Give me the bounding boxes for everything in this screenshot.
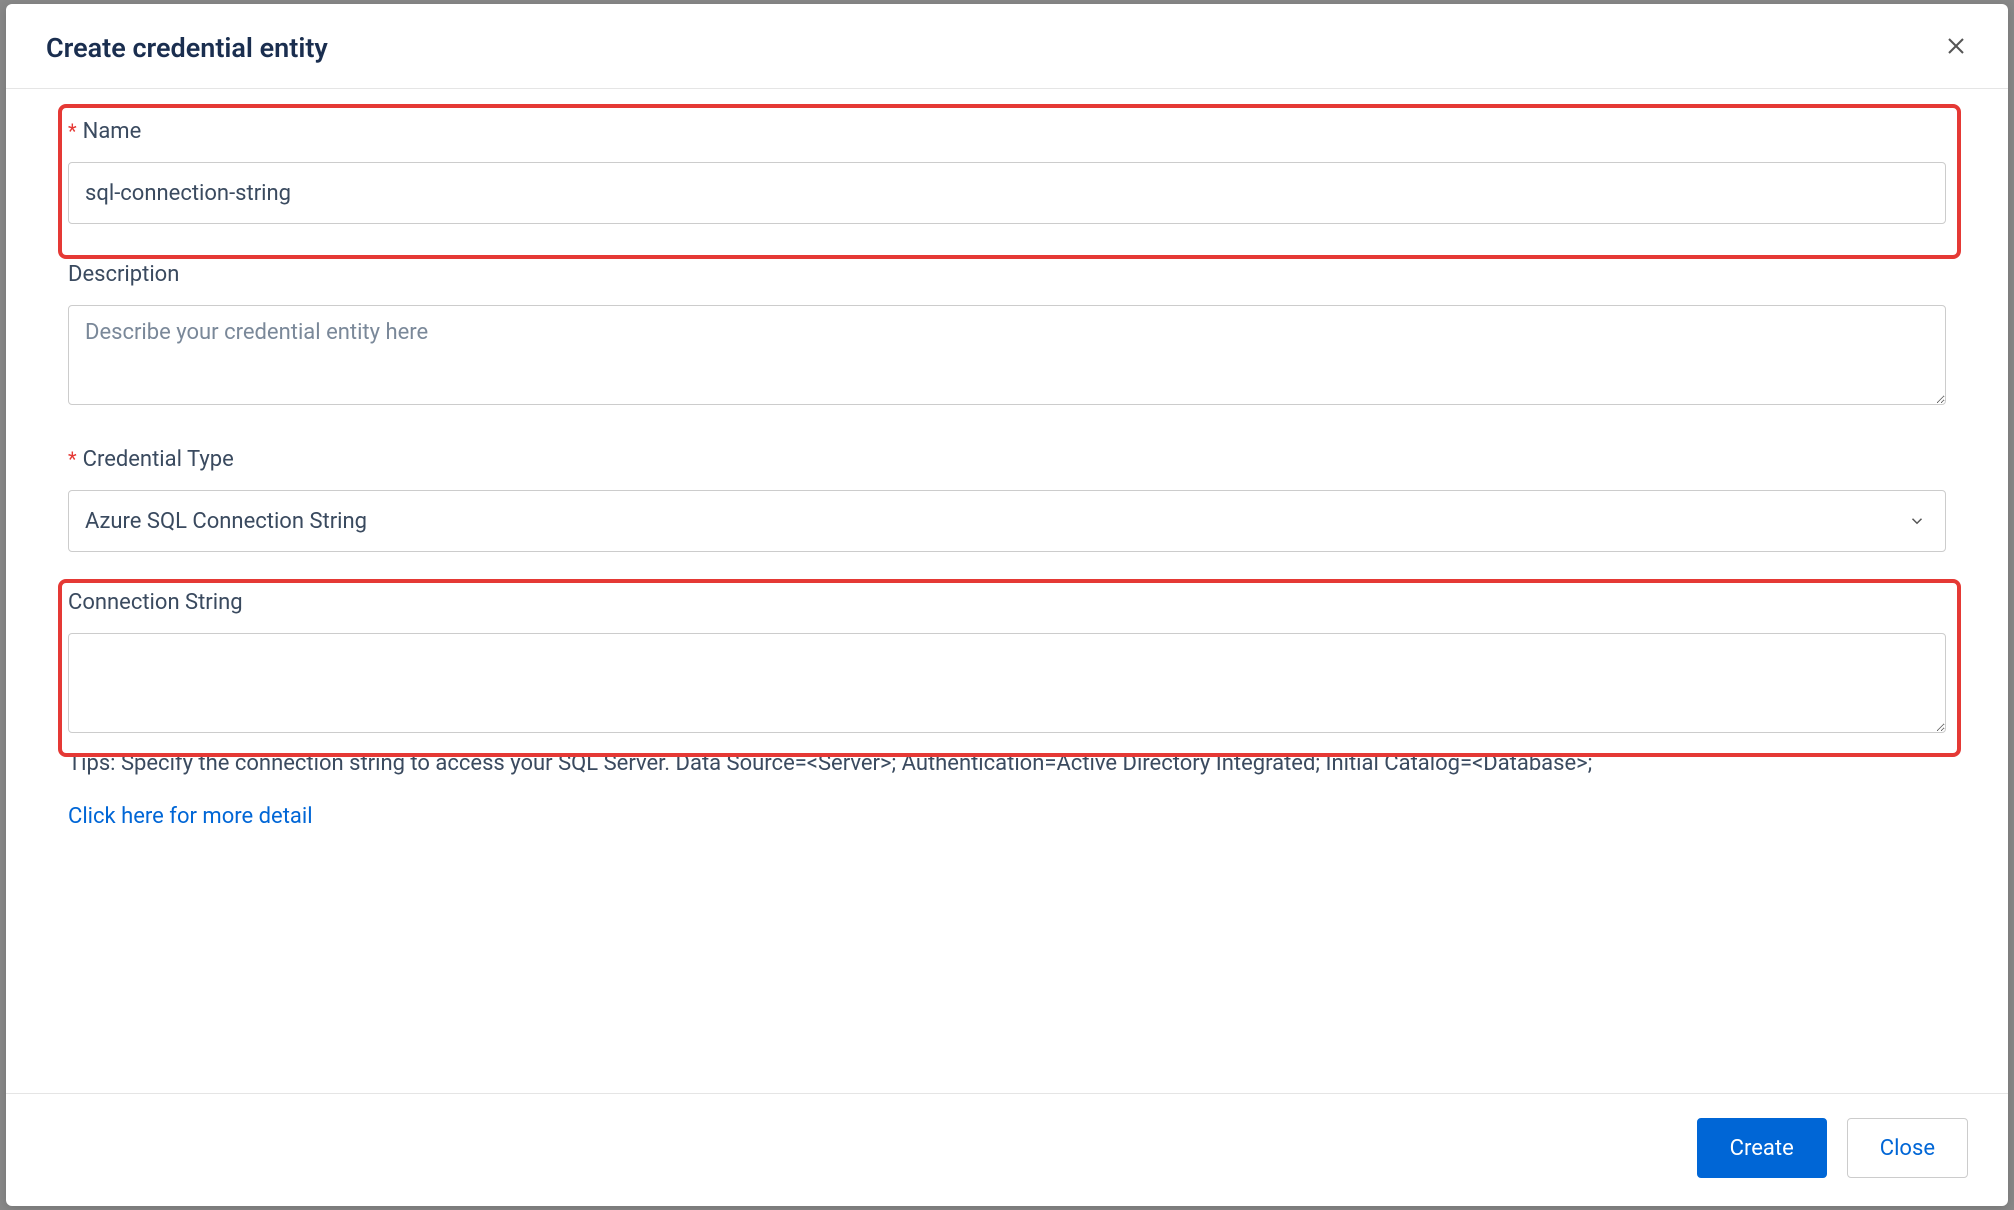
connection-string-input[interactable] xyxy=(68,633,1946,733)
close-button[interactable]: Close xyxy=(1847,1118,1968,1178)
more-detail-link[interactable]: Click here for more detail xyxy=(68,804,313,829)
connection-string-label: Connection String xyxy=(68,590,1946,615)
modal-body: Name Description Credential Type Azure S… xyxy=(6,89,2008,1093)
close-icon[interactable] xyxy=(1944,34,1968,62)
modal-header: Create credential entity xyxy=(6,4,2008,89)
create-credential-modal: Create credential entity Name Descriptio… xyxy=(6,4,2008,1206)
description-label: Description xyxy=(68,262,1946,287)
credential-type-select[interactable]: Azure SQL Connection String xyxy=(68,490,1946,552)
name-label: Name xyxy=(68,119,1946,144)
description-input[interactable] xyxy=(68,305,1946,405)
connection-string-tips: Tips: Specify the connection string to a… xyxy=(68,751,1946,776)
credential-type-label: Credential Type xyxy=(68,447,1946,472)
credential-type-group: Credential Type Azure SQL Connection Str… xyxy=(68,447,1946,552)
connection-string-group: Connection String Tips: Specify the conn… xyxy=(68,590,1946,829)
name-input[interactable] xyxy=(68,162,1946,224)
description-group: Description xyxy=(68,262,1946,409)
create-button[interactable]: Create xyxy=(1697,1118,1827,1178)
modal-title: Create credential entity xyxy=(46,32,328,64)
modal-footer: Create Close xyxy=(6,1093,2008,1206)
name-group: Name xyxy=(68,119,1946,224)
credential-type-value: Azure SQL Connection String xyxy=(85,509,367,534)
